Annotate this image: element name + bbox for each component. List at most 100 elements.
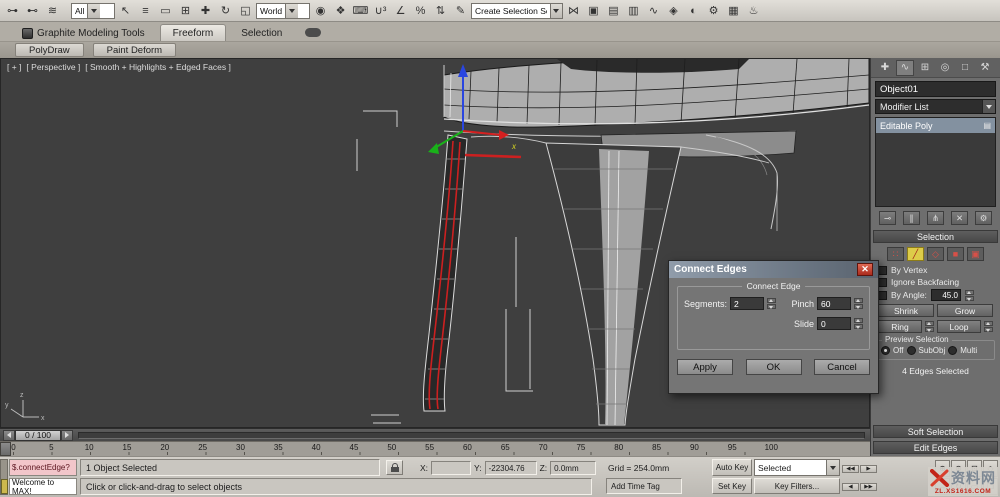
selection-region-icon[interactable]: ▭: [156, 2, 175, 20]
pinch-spinner[interactable]: [854, 298, 863, 309]
create-selection-set-dropdown[interactable]: Create Selection Se: [471, 2, 563, 19]
grow-button[interactable]: Grow: [937, 304, 993, 317]
ring-spinner[interactable]: [925, 321, 934, 332]
auto-key-button[interactable]: Auto Key: [712, 459, 752, 476]
x-coordinate-field[interactable]: [431, 461, 472, 475]
material-editor-icon[interactable]: ◐: [684, 2, 703, 20]
selection-lock-toggle[interactable]: [386, 460, 403, 475]
close-icon[interactable]: ✕: [857, 263, 873, 276]
add-time-tag-field[interactable]: Add Time Tag: [606, 478, 682, 494]
chevron-down-icon[interactable]: [285, 3, 299, 18]
select-manipulate-icon[interactable]: ❖: [331, 2, 350, 20]
configure-modifier-sets-icon[interactable]: ⚙: [975, 211, 992, 225]
loop-spinner[interactable]: [984, 321, 993, 332]
chevron-down-icon[interactable]: [982, 100, 995, 113]
use-pivot-center-icon[interactable]: ◉: [311, 2, 330, 20]
selection-rollout-header[interactable]: Selection: [873, 230, 998, 243]
utilities-tab-icon[interactable]: ⚒: [976, 60, 994, 76]
play-button[interactable]: ▶: [860, 464, 877, 473]
pin-stack-icon[interactable]: ⊸: [879, 211, 896, 225]
create-tab-icon[interactable]: ✚: [876, 60, 894, 76]
macro-recorder-field[interactable]: $.connectEdge?: [9, 459, 77, 476]
edge-subobject-icon[interactable]: ╱: [907, 247, 924, 261]
by-angle-spinner[interactable]: [964, 289, 974, 301]
window-crossing-icon[interactable]: ⊞: [176, 2, 195, 20]
stack-item-editable-poly[interactable]: Editable Poly ▤: [876, 118, 995, 133]
select-scale-icon[interactable]: ◱: [236, 2, 255, 20]
z-coordinate-field[interactable]: 0.0mm: [550, 461, 597, 475]
render-setup-icon[interactable]: ⚙: [704, 2, 723, 20]
chevron-down-icon[interactable]: [87, 3, 101, 18]
pinch-field[interactable]: 60: [817, 297, 851, 310]
paint-deform-panel-button[interactable]: Paint Deform: [92, 43, 177, 57]
select-by-name-icon[interactable]: ≡: [136, 2, 155, 20]
graphite-toggle-icon[interactable]: ▥: [624, 2, 643, 20]
maxscript-mini-listener-tab[interactable]: [1, 479, 8, 494]
layer-manager-icon[interactable]: ▤: [604, 2, 623, 20]
by-angle-field[interactable]: 45.0: [930, 289, 961, 301]
track-bar[interactable]: [78, 431, 865, 439]
percent-snap-icon[interactable]: %: [411, 2, 430, 20]
by-vertex-checkbox[interactable]: [878, 265, 887, 275]
remove-modifier-icon[interactable]: ✕: [951, 211, 968, 225]
ring-button[interactable]: Ring: [878, 320, 922, 333]
ignore-backfacing-checkbox[interactable]: [878, 277, 887, 287]
select-object-icon[interactable]: ↖: [116, 2, 135, 20]
time-slider-next-icon[interactable]: [61, 429, 73, 441]
select-move-icon[interactable]: ✚: [196, 2, 215, 20]
slide-field[interactable]: 0: [817, 317, 851, 330]
bind-to-spacewarp-icon[interactable]: ≋: [43, 2, 62, 20]
modify-tab-icon[interactable]: ∿: [896, 59, 914, 76]
cancel-button[interactable]: Cancel: [814, 359, 870, 375]
prev-frame-button[interactable]: ◀: [842, 482, 859, 491]
soft-selection-rollout-header[interactable]: Soft Selection: [873, 425, 998, 438]
element-subobject-icon[interactable]: ▣: [967, 247, 984, 261]
key-selection-dropdown[interactable]: Selected: [754, 459, 840, 476]
ribbon-minimize-button[interactable]: [305, 28, 322, 37]
time-slider-track[interactable]: 0 / 100: [0, 428, 870, 441]
preview-multi-radio[interactable]: [948, 346, 958, 355]
angle-snap-icon[interactable]: ∠: [391, 2, 410, 20]
polygon-subobject-icon[interactable]: ■: [947, 247, 964, 261]
viewport-menu-pov[interactable]: [ Perspective ]: [26, 62, 80, 72]
y-coordinate-field[interactable]: -22304.76: [484, 461, 537, 475]
dialog-titlebar[interactable]: Connect Edges ✕: [669, 261, 878, 278]
unlink-selection-icon[interactable]: ⊷: [23, 2, 42, 20]
keyboard-override-icon[interactable]: ⌨: [351, 2, 370, 20]
time-slider-button[interactable]: 0 / 100: [15, 429, 61, 441]
rendered-frame-icon[interactable]: ▦: [724, 2, 743, 20]
border-subobject-icon[interactable]: ◇: [927, 247, 944, 261]
select-and-link-icon[interactable]: ⊶: [3, 2, 22, 20]
select-rotate-icon[interactable]: ↻: [216, 2, 235, 20]
time-slider-prev-icon[interactable]: [3, 429, 15, 441]
snap-toggle-3d-icon[interactable]: ∪³: [371, 2, 390, 20]
chevron-down-icon[interactable]: [549, 3, 562, 18]
reference-coordinate-dropdown[interactable]: World: [256, 2, 310, 19]
preview-off-radio[interactable]: [881, 346, 890, 355]
tab-graphite-modeling-tools[interactable]: Graphite Modeling Tools: [10, 25, 157, 41]
segments-field[interactable]: 2: [730, 297, 765, 310]
make-unique-icon[interactable]: ⋔: [927, 211, 944, 225]
preview-subobj-radio[interactable]: [906, 346, 916, 355]
set-key-button[interactable]: Set Key: [712, 478, 752, 494]
viewport-menu-shading[interactable]: [ Smooth + Highlights + Edged Faces ]: [85, 62, 231, 72]
hierarchy-tab-icon[interactable]: ⊞: [916, 60, 934, 76]
tab-selection[interactable]: Selection: [229, 25, 294, 41]
curve-editor-icon[interactable]: ∿: [644, 2, 663, 20]
polydraw-panel-button[interactable]: PolyDraw: [15, 43, 84, 57]
vertex-subobject-icon[interactable]: ∷: [887, 247, 904, 261]
named-selection-sets-icon[interactable]: ✎: [451, 2, 470, 20]
maxscript-listener-field[interactable]: Welcome to MAX!: [9, 478, 77, 496]
loop-button[interactable]: Loop: [937, 320, 981, 333]
by-angle-checkbox[interactable]: [878, 290, 887, 300]
display-tab-icon[interactable]: □: [956, 60, 974, 76]
slide-spinner[interactable]: [854, 318, 863, 329]
motion-tab-icon[interactable]: ◎: [936, 60, 954, 76]
align-icon[interactable]: ▣: [584, 2, 603, 20]
segments-spinner[interactable]: [767, 298, 777, 309]
object-name-field[interactable]: Object01: [875, 81, 996, 97]
goto-end-button[interactable]: ▶▶: [860, 482, 877, 491]
show-end-result-icon[interactable]: ∥: [903, 211, 920, 225]
shrink-button[interactable]: Shrink: [878, 304, 934, 317]
goto-start-button[interactable]: ◀◀: [842, 464, 859, 473]
